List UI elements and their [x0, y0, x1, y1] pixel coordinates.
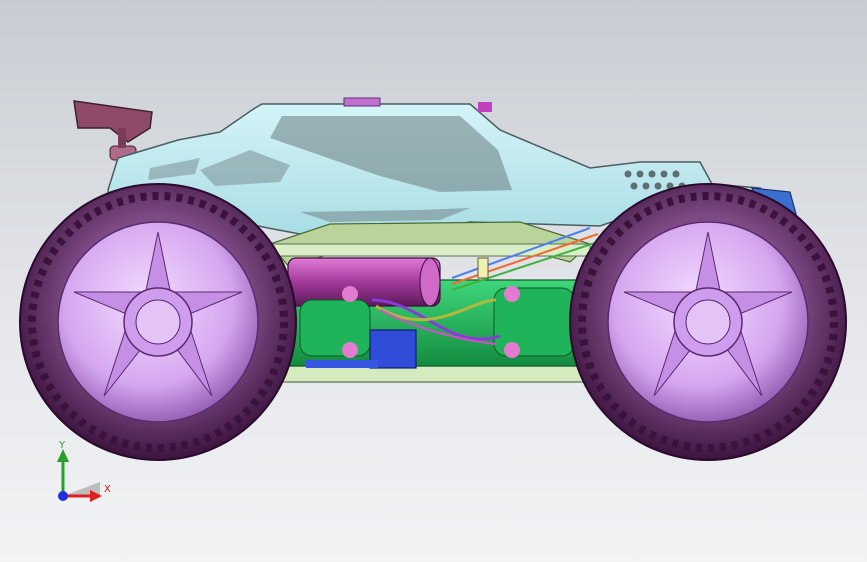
coordinate-triad: Y X: [40, 436, 130, 516]
graphics-viewport[interactable]: Y X: [0, 0, 867, 562]
front-wheel: [569, 183, 847, 461]
triad-axes-icon: [57, 449, 102, 502]
rc-car-model[interactable]: [0, 0, 867, 562]
rear-wheel: [19, 183, 297, 461]
triad-y-label: Y: [59, 440, 66, 451]
triad-x-label: X: [104, 484, 111, 495]
